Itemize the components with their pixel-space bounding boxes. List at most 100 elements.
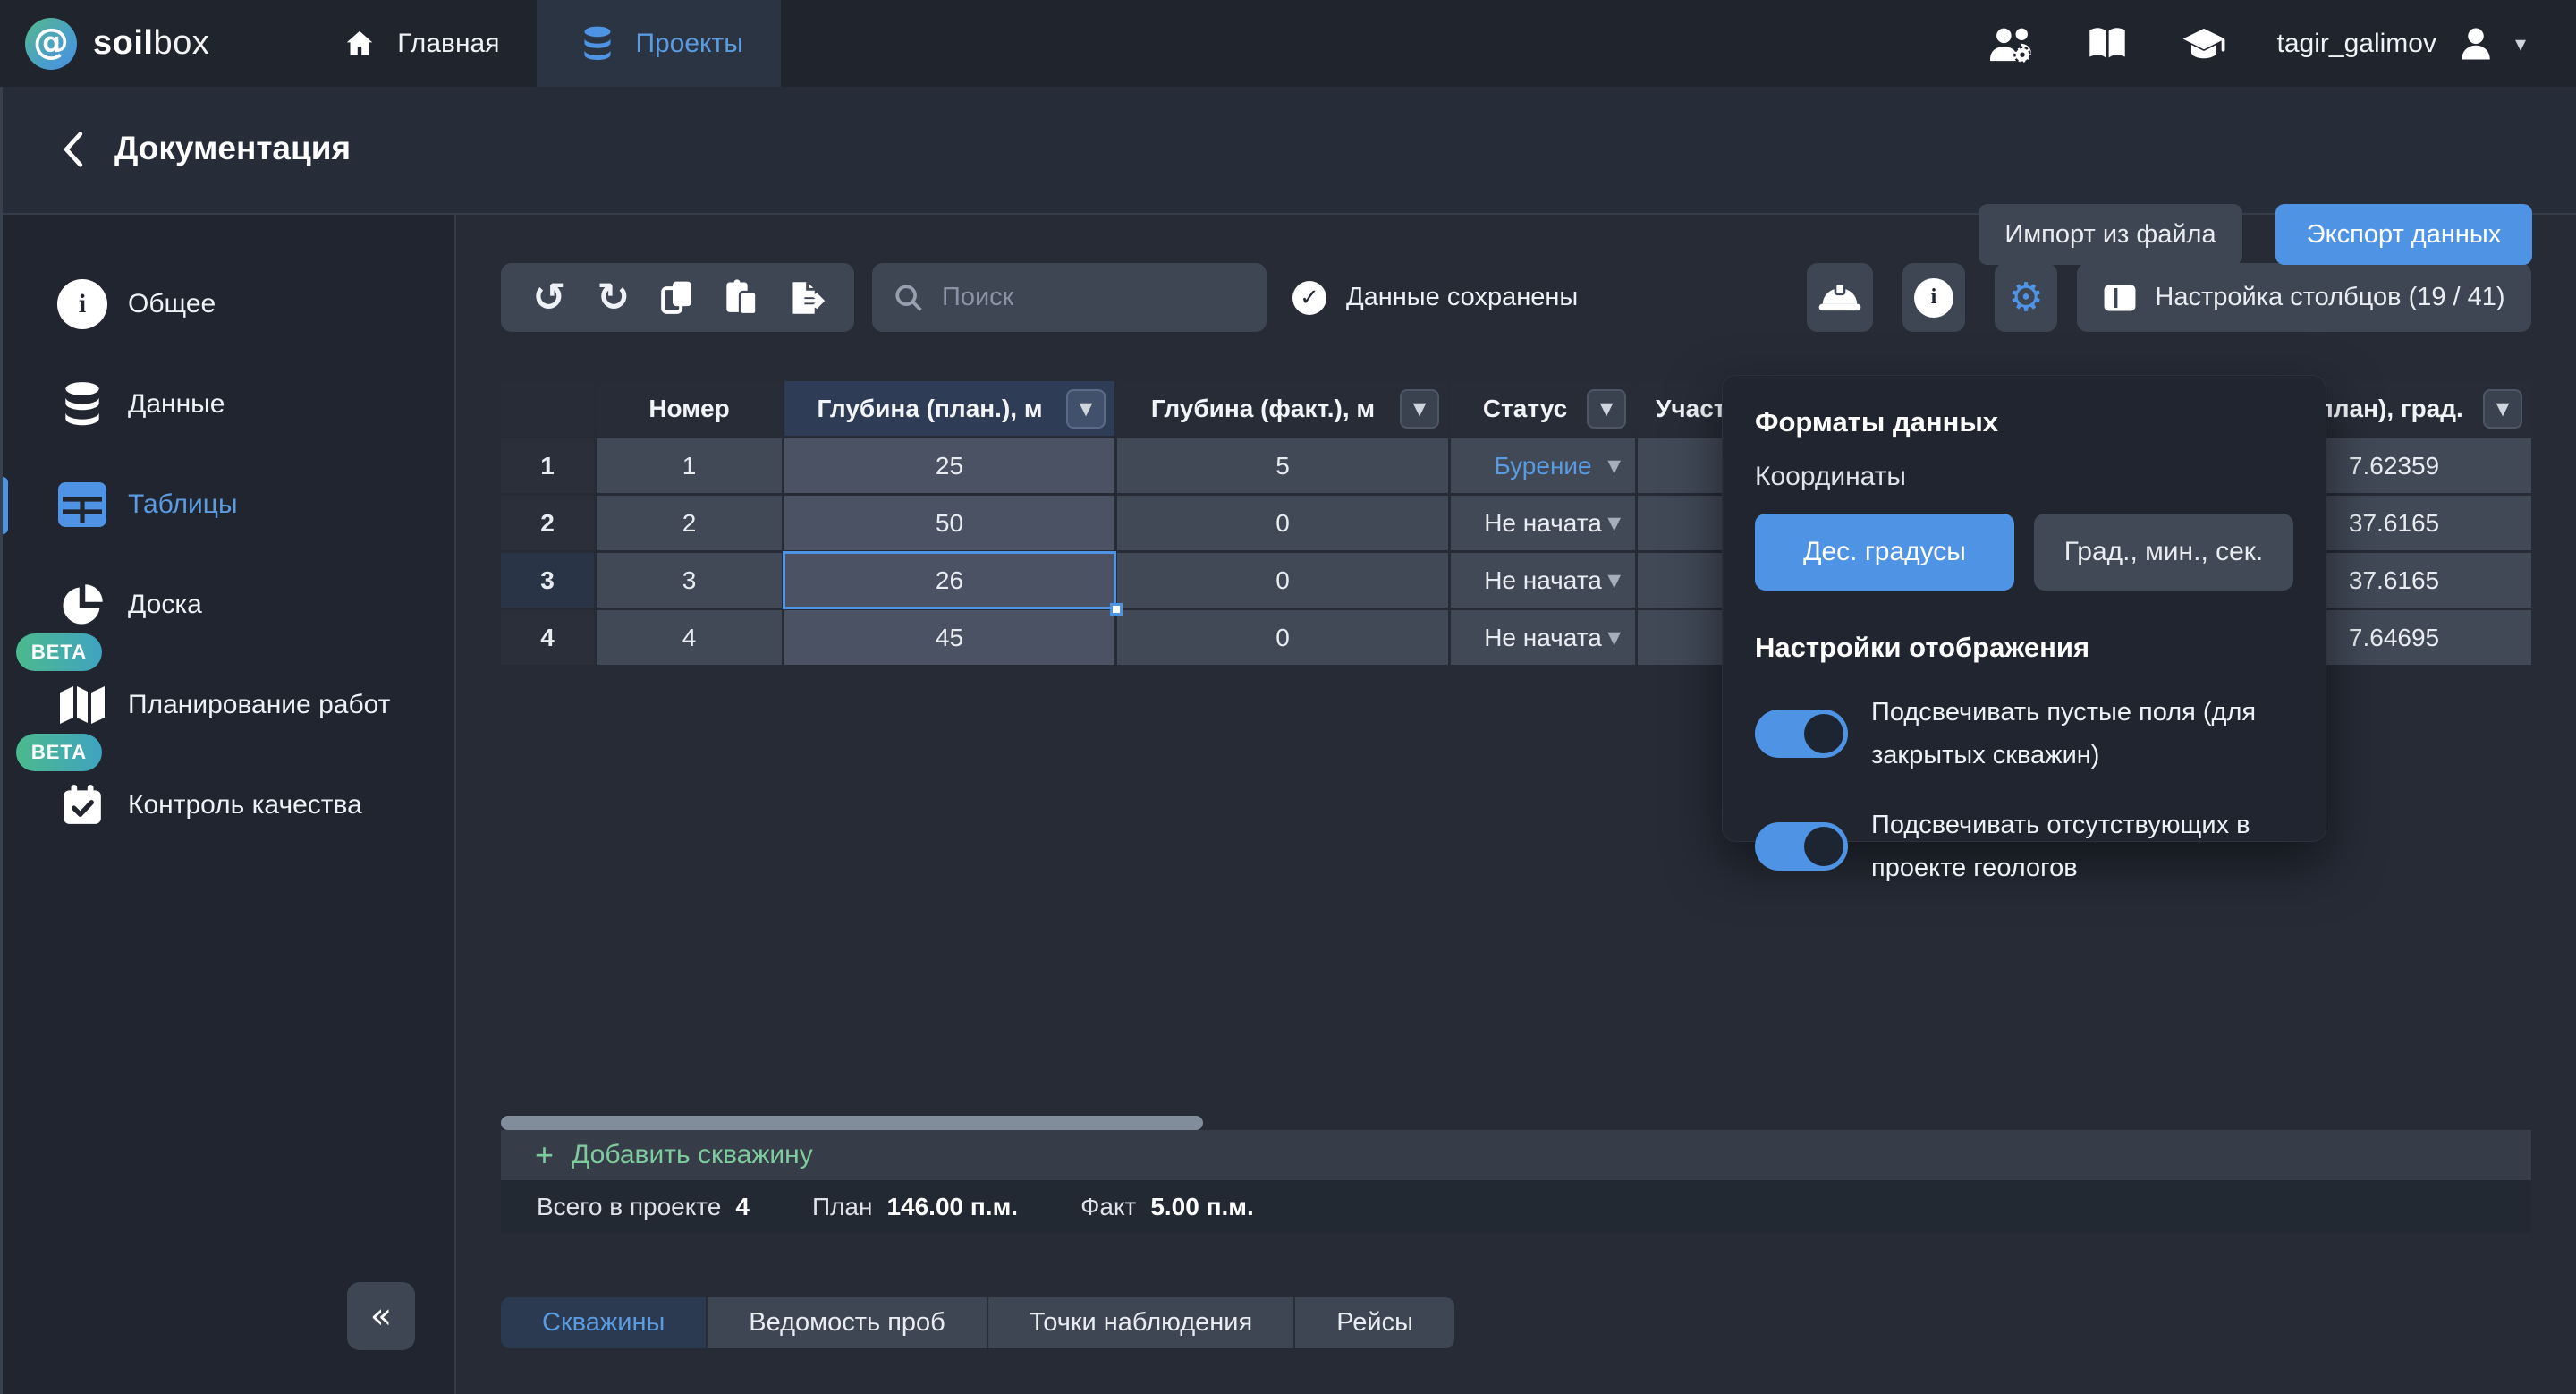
decimal-degrees-button[interactable]: Дес. градусы (1755, 514, 2014, 591)
selected-cell-depth-plan[interactable]: 26 (784, 553, 1114, 608)
tab-trips[interactable]: Рейсы (1295, 1297, 1454, 1348)
collapse-sidebar-button[interactable]: « (347, 1282, 415, 1350)
check-circle-icon: ✓ (1292, 281, 1326, 315)
saved-status: ✓ Данные сохранены (1292, 263, 1578, 332)
top-navbar: @ soilbox Главная Проекты tagir_galimov (0, 0, 2576, 87)
beta-badge: BETA (16, 633, 102, 671)
row-index-cell[interactable]: 3 (501, 553, 594, 608)
table-settings-button[interactable]: ⚙ (1995, 263, 2057, 332)
tab-wells[interactable]: Скважины (501, 1297, 708, 1348)
chevron-down-icon: ▼ (1607, 628, 1621, 648)
row-index-cell[interactable]: 2 (501, 496, 594, 550)
cell-depth-fact[interactable]: 0 (1117, 496, 1448, 550)
chevron-down-icon: ▼ (1607, 456, 1621, 476)
info-circle-icon: i (54, 276, 111, 333)
cell-depth-fact[interactable]: 0 (1117, 553, 1448, 608)
row-index-cell[interactable]: 1 (501, 438, 594, 493)
graduation-cap-icon[interactable] (2181, 23, 2227, 64)
export-button[interactable]: Экспорт данных (2275, 204, 2532, 265)
field-works-button[interactable] (1807, 263, 1873, 332)
calendar-check-icon (54, 777, 111, 834)
columns-settings-button[interactable]: Настройка столбцов (19 / 41) (2077, 263, 2531, 332)
cell-fill-handle[interactable] (1110, 603, 1123, 616)
chevron-down-icon: ▼ (1607, 571, 1621, 591)
col-header-depth-fact: Глубина (факт.), м ▼ (1117, 381, 1448, 436)
col-header-status: Статус ▼ (1451, 381, 1635, 436)
cell-number[interactable]: 4 (597, 610, 782, 665)
cell-depth-plan[interactable]: 50 (784, 496, 1114, 550)
col-header-number: Номер (597, 381, 782, 436)
chevron-down-icon: ▾ (2515, 31, 2526, 56)
columns-button-label: Настройка столбцов (19 / 41) (2155, 283, 2504, 312)
cell-status-dropdown[interactable]: Не начата ▼ (1451, 610, 1635, 665)
nav-item-projects[interactable]: Проекты (537, 0, 780, 87)
nav-item-home[interactable]: Главная (299, 0, 537, 87)
highlight-missing-geologists-toggle[interactable] (1755, 822, 1848, 871)
cell-depth-fact[interactable]: 0 (1117, 610, 1448, 665)
helmet-icon (1818, 279, 1862, 317)
sidebar-item-general[interactable]: i Общее (0, 259, 456, 349)
filter-icon[interactable]: ▼ (1066, 389, 1106, 429)
cell-status-dropdown[interactable]: Бурение ▼ (1451, 438, 1635, 493)
sidebar-item-quality-control[interactable]: Контроль качества (0, 761, 456, 850)
brand-name: soilbox (93, 24, 209, 63)
filter-icon[interactable]: ▼ (1587, 389, 1626, 429)
filter-icon[interactable]: ▼ (2483, 389, 2522, 429)
window-left-edge (0, 87, 3, 1394)
search-icon (894, 283, 924, 313)
toggle-row-missing-geologists: Подсвечивать отсутствующих в проекте гео… (1755, 803, 2293, 889)
add-well-button[interactable]: + Добавить скважину (501, 1130, 2531, 1180)
username: tagir_galimov (2277, 29, 2436, 59)
user-avatar-icon (2453, 23, 2499, 64)
import-button[interactable]: Импорт из файла (1979, 204, 2242, 265)
page-header: Документация Импорт из файла Экспорт дан… (0, 87, 2576, 215)
redo-icon[interactable]: ↻ (593, 276, 634, 320)
coordinates-label: Координаты (1755, 462, 2293, 492)
cell-depth-plan[interactable]: 25 (784, 438, 1114, 493)
export-file-icon[interactable] (785, 276, 826, 320)
soilbox-logo-icon: @ (25, 18, 77, 70)
cell-number[interactable]: 2 (597, 496, 782, 550)
display-settings-title: Настройки отображения (1755, 632, 2293, 664)
highlight-empty-fields-toggle[interactable] (1755, 710, 1848, 758)
cell-number[interactable]: 3 (597, 553, 782, 608)
cell-depth-fact[interactable]: 5 (1117, 438, 1448, 493)
popup-title: Форматы данных (1755, 406, 2293, 438)
gear-icon: ⚙ (2008, 275, 2043, 320)
undo-icon[interactable]: ↺ (529, 276, 570, 320)
tab-observation-points[interactable]: Точки наблюдения (988, 1297, 1295, 1348)
info-button[interactable]: i (1902, 263, 1965, 332)
sheet-tabs: Скважины Ведомость проб Точки наблюдения… (501, 1297, 1454, 1348)
cell-status-dropdown[interactable]: Не начата ▼ (1451, 553, 1635, 608)
table-icon (54, 476, 111, 533)
cell-status-dropdown[interactable]: Не начата ▼ (1451, 496, 1635, 550)
filter-icon[interactable]: ▼ (1400, 389, 1439, 429)
cell-depth-plan[interactable]: 45 (784, 610, 1114, 665)
database-icon (54, 376, 111, 433)
copy-icon[interactable] (657, 276, 698, 320)
brand: @ soilbox (25, 18, 209, 70)
info-icon: i (1914, 278, 1953, 318)
paste-icon[interactable] (721, 276, 762, 320)
beta-badge: BETA (16, 734, 102, 771)
edit-toolbar: ↺ ↻ (501, 263, 854, 332)
data-formats-popup: Форматы данных Координаты Дес. градусы Г… (1722, 375, 2326, 842)
cell-number[interactable]: 1 (597, 438, 782, 493)
sidebar-item-data[interactable]: Данные (0, 360, 456, 449)
row-index-cell[interactable]: 4 (501, 610, 594, 665)
tab-sample-register[interactable]: Ведомость проб (708, 1297, 987, 1348)
dms-button[interactable]: Град., мин., сек. (2034, 514, 2293, 591)
nav-home-label: Главная (397, 29, 499, 59)
search-input[interactable] (942, 283, 1228, 312)
sidebar-item-tables[interactable]: Таблицы (0, 460, 456, 549)
book-icon[interactable] (2084, 23, 2131, 64)
horizontal-scrollbar[interactable] (501, 1116, 1203, 1130)
map-icon (54, 676, 111, 734)
page-title: Документация (114, 130, 351, 167)
team-management-icon[interactable] (1987, 23, 2034, 64)
chevron-down-icon: ▼ (1607, 514, 1621, 533)
user-menu[interactable]: tagir_galimov ▾ (2277, 23, 2526, 64)
sidebar: i Общее Данные Таблицы Доска Планировани… (0, 215, 456, 1394)
columns-icon (2103, 284, 2137, 312)
back-button[interactable] (50, 126, 97, 173)
